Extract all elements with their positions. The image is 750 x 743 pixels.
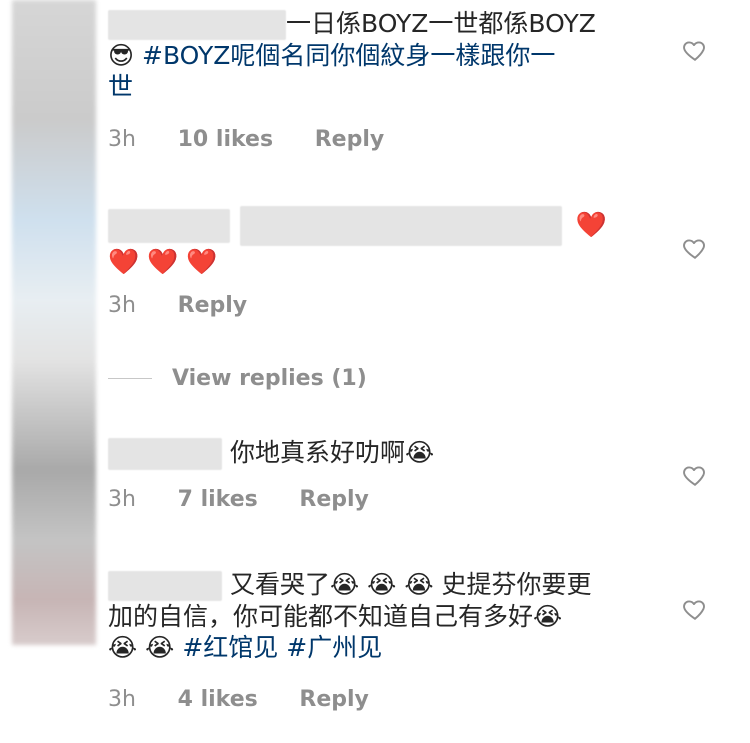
likes-count[interactable]: 10 likes [178,127,273,152]
username-blurred[interactable] [108,209,230,243]
reply-button[interactable]: Reply [299,487,369,512]
sunglasses-emoji-icon: 😎 [108,41,135,70]
hashtag-link[interactable]: #BOYZ [142,41,230,70]
comment-text-blurred [239,206,562,246]
username-blurred[interactable] [108,571,222,601]
comment-text: 一日係BOYZ一世都係BOYZ [286,9,596,38]
reply-button[interactable]: Reply [178,293,248,318]
likes-count[interactable]: 4 likes [178,687,258,712]
crying-emoji-icon: 😭 [404,438,435,467]
comment-2-body: ❤️ ❤️ ❤️ ❤️ [108,206,648,277]
comment-4-meta: 3h 4 likes Reply [108,687,369,712]
comment-2: ❤️ ❤️ ❤️ ❤️ [108,206,648,277]
comment-text: 世 [108,72,134,101]
heart-outline-icon[interactable] [682,235,708,261]
crying-emoji-icon: 😭 [329,570,360,599]
timestamp: 3h [108,687,136,712]
crying-emoji-icon: 😭 [145,633,175,662]
crying-emoji-icon: 😭 [404,570,434,599]
red-heart-emoji-icon: ❤️ [186,247,218,276]
reply-button[interactable]: Reply [315,127,385,152]
comment-3-meta: 3h 7 likes Reply [108,487,369,512]
heart-outline-icon[interactable] [682,37,708,63]
comment-text: 又看哭了 [229,570,330,599]
comment-4: 又看哭了😭 😭 😭 史提芬你要更 加的自信，你可能都不知道自己有多好😭 😭 😭 … [108,569,648,663]
heart-outline-icon[interactable] [682,596,708,622]
comment-1: 一日係BOYZ一世都係BOYZ 😎 #BOYZ呢個名同你個紋身一樣跟你一 世 [108,8,648,102]
crying-emoji-icon: 😭 [367,570,397,599]
comment-text: 呢個名同你個紋身一樣跟你一 [230,41,556,70]
timestamp: 3h [108,293,136,318]
avatar-column [12,0,96,645]
comment-text: 史提芬你要更 [441,570,592,599]
comment-3-body: 你地真系好叻啊😭 [108,437,648,470]
red-heart-emoji-icon: ❤️ [147,247,179,276]
comment-1-body: 一日係BOYZ一世都係BOYZ 😎 #BOYZ呢個名同你個紋身一樣跟你一 世 [108,8,648,102]
view-replies-button[interactable]: View replies (1) [108,366,367,391]
username-blurred[interactable] [108,438,222,470]
divider-line [108,378,152,379]
reply-button[interactable]: Reply [299,687,369,712]
crying-emoji-icon: 😭 [108,633,138,662]
timestamp: 3h [108,487,136,512]
hashtag-link[interactable]: #红馆见 [182,633,278,662]
comment-text: 你地真系好叻啊 [229,438,405,467]
red-heart-emoji-icon: ❤️ [108,247,140,276]
timestamp: 3h [108,127,136,152]
comment-2-meta: 3h Reply [108,293,247,318]
comment-1-meta: 3h 10 likes Reply [108,127,384,152]
comment-text: 加的自信，你可能都不知道自己有多好 [108,602,534,631]
red-heart-emoji-icon: ❤️ [575,210,608,239]
comment-3: 你地真系好叻啊😭 [108,437,648,470]
comment-4-body: 又看哭了😭 😭 😭 史提芬你要更 加的自信，你可能都不知道自己有多好😭 😭 😭 … [108,569,648,663]
heart-outline-icon[interactable] [682,462,708,488]
view-replies-label: View replies (1) [172,366,367,391]
hashtag-link[interactable]: #广州见 [286,633,382,662]
username-blurred[interactable] [108,10,286,40]
likes-count[interactable]: 7 likes [178,487,258,512]
crying-emoji-icon: 😭 [533,602,563,631]
